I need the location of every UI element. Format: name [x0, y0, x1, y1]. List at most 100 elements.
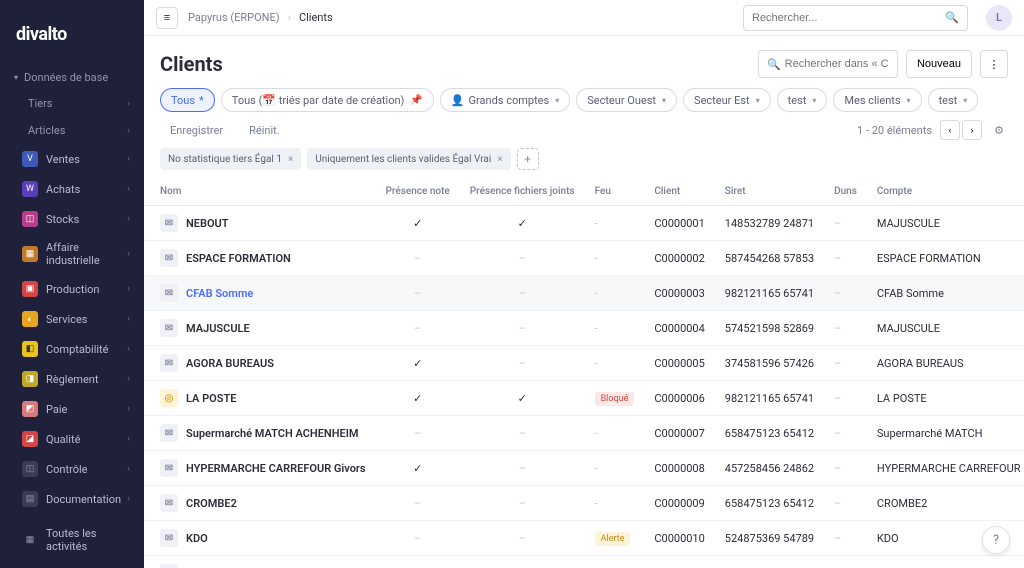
sidebar-paie[interactable]: ◩Paie›	[0, 394, 144, 424]
table-row[interactable]: ✉HYPERMARCHE CARREFOUR Givors ✓ – - C000…	[144, 451, 1024, 486]
client-name[interactable]: KDO	[186, 532, 208, 545]
compte: Supermarché MATCH	[867, 556, 1024, 568]
client-name[interactable]: Supermarché MATCH ACHENHEIM	[186, 427, 359, 440]
chip-reinit[interactable]: Réinit.	[239, 118, 290, 142]
chip-enregistrer[interactable]: Enregistrer	[160, 118, 233, 142]
table-row[interactable]: ✉AGORA BUREAUS ✓ – - C0000005 374581596 …	[144, 346, 1024, 381]
row-type-icon: ◎	[160, 389, 178, 407]
sidebar-ventes[interactable]: VVentes›	[0, 144, 144, 174]
chip-grands[interactable]: 👤Grands comptes▾	[440, 88, 570, 112]
check-icon: ✓	[413, 217, 422, 230]
client-name[interactable]: CFAB Somme	[186, 287, 253, 300]
sidebar-reglement[interactable]: ◨Règlement›	[0, 364, 144, 394]
close-icon[interactable]: ×	[497, 154, 502, 165]
row-type-icon: ✉	[160, 424, 178, 442]
new-button[interactable]: Nouveau	[906, 50, 972, 78]
client-name[interactable]: AGORA BUREAUS	[186, 357, 274, 370]
client-name[interactable]: CROMBE2	[186, 497, 237, 510]
col-compte[interactable]: Compte	[867, 178, 1024, 206]
table-row[interactable]: ✉Supermarché MATCH ACHENHEIM – – - C0000…	[144, 416, 1024, 451]
client-code: C0000002	[644, 241, 714, 276]
active-filters: No statistique tiers Égal 1× Uniquement …	[144, 148, 1024, 178]
page-search-input[interactable]	[785, 58, 889, 70]
settings-icon[interactable]: ⚙	[990, 121, 1008, 139]
client-name[interactable]: NEBOUT	[186, 217, 229, 230]
table-row[interactable]: ✉ESPACE FORMATION – – - C0000002 5874542…	[144, 241, 1024, 276]
col-fichiers[interactable]: Présence fichiers joints	[460, 178, 585, 206]
table-row[interactable]: ✉CROMBE2 – – - C0000009 658475123 65412 …	[144, 486, 1024, 521]
sidebar-production[interactable]: ▣Production›	[0, 274, 144, 304]
sidebar-tiers[interactable]: Tiers›	[0, 90, 144, 117]
client-code: C0000005	[644, 346, 714, 381]
duns: –	[824, 381, 867, 416]
chip-est[interactable]: Secteur Est▾	[683, 88, 771, 112]
client-name[interactable]: LA POSTE	[186, 392, 236, 405]
sidebar-services[interactable]: ◐Services›	[0, 304, 144, 334]
table-row[interactable]: ✉NEBOUT ✓ ✓ - C0000001 148532789 24871 –…	[144, 206, 1024, 241]
table-row[interactable]: ✉MAJUSCULE – – - C0000004 574521598 5286…	[144, 311, 1024, 346]
more-button[interactable]: ⋮	[980, 50, 1008, 78]
check-icon: ✓	[413, 462, 422, 475]
check-icon: ✓	[518, 392, 527, 405]
col-note[interactable]: Présence note	[376, 178, 460, 206]
client-name[interactable]: MAJUSCULE	[186, 322, 250, 335]
controle-icon: ◫	[22, 461, 38, 477]
col-duns[interactable]: Duns	[824, 178, 867, 206]
clients-table: Nom Présence note Présence fichiers join…	[144, 178, 1024, 568]
status-badge: Alerte	[595, 532, 631, 546]
help-button[interactable]: ?	[982, 526, 1010, 554]
client-code: C0000004	[644, 311, 714, 346]
chip-test1[interactable]: test▾	[777, 88, 828, 112]
table-row[interactable]: ✉Supermarché MATCH OBERNAI – – - C000001…	[144, 556, 1024, 568]
sidebar-qualite[interactable]: ◪Qualité›	[0, 424, 144, 454]
row-type-icon: ✉	[160, 459, 178, 477]
page-search[interactable]: 🔍	[758, 50, 898, 78]
add-filter-button[interactable]: +	[517, 148, 539, 170]
sidebar-affaire[interactable]: ▦Affaire industrielle›	[0, 234, 144, 274]
duns: –	[824, 486, 867, 521]
sidebar-comptabilite[interactable]: ◧Comptabilité›	[0, 334, 144, 364]
table-row[interactable]: ✉CFAB Somme – – - C0000003 982121165 657…	[144, 276, 1024, 311]
client-code: C0000009	[644, 486, 714, 521]
filter-tag-1[interactable]: No statistique tiers Égal 1×	[160, 148, 301, 170]
row-type-icon: ✉	[160, 494, 178, 512]
client-name[interactable]: ESPACE FORMATION	[186, 252, 291, 265]
col-feu[interactable]: Feu	[585, 178, 645, 206]
col-client[interactable]: Client	[644, 178, 714, 206]
breadcrumb-current: Clients	[299, 11, 333, 24]
table-container[interactable]: Nom Présence note Présence fichiers join…	[144, 178, 1024, 568]
sidebar-documentation[interactable]: ▤Documentation›	[0, 484, 144, 514]
compte: Supermarché MATCH	[867, 416, 1024, 451]
sidebar-activites[interactable]: ▦Toutes les activités	[0, 520, 144, 560]
check-icon: ✓	[413, 357, 422, 370]
breadcrumb-root[interactable]: Papyrus (ERPONE)	[188, 11, 280, 24]
client-name[interactable]: HYPERMARCHE CARREFOUR Givors	[186, 462, 366, 475]
global-search-input[interactable]	[752, 12, 945, 24]
filter-tag-2[interactable]: Uniquement les clients valides Égal Vrai…	[307, 148, 510, 170]
sidebar-section-base[interactable]: ▾Données de base	[0, 65, 144, 90]
global-search[interactable]: 🔍	[743, 5, 968, 31]
page-next[interactable]: ›	[962, 120, 982, 140]
chip-tous[interactable]: Tous*	[160, 88, 215, 112]
chip-mes[interactable]: Mes clients▾	[833, 88, 921, 112]
close-icon[interactable]: ×	[288, 154, 293, 165]
sidebar-achats[interactable]: WAchats›	[0, 174, 144, 204]
search-icon: 🔍	[945, 11, 959, 24]
compte: LA POSTE	[867, 381, 1024, 416]
user-avatar[interactable]: L	[986, 5, 1012, 31]
page-prev[interactable]: ‹	[940, 120, 960, 140]
col-nom[interactable]: Nom	[144, 178, 376, 206]
page-header: Clients 🔍 Nouveau ⋮	[144, 36, 1024, 88]
table-row[interactable]: ✉KDO – – Alerte C0000010 524875369 54789…	[144, 521, 1024, 556]
col-siret[interactable]: Siret	[715, 178, 824, 206]
menu-toggle[interactable]: ≡	[156, 7, 178, 29]
siret: 658475123 65412	[715, 416, 824, 451]
chip-ouest[interactable]: Secteur Ouest▾	[576, 88, 677, 112]
chip-test2[interactable]: test▾	[928, 88, 979, 112]
duns: –	[824, 206, 867, 241]
chip-tous-sorted[interactable]: Tous (📅 triés par date de création)📌	[221, 88, 434, 112]
sidebar-controle[interactable]: ◫Contrôle›	[0, 454, 144, 484]
sidebar-stocks[interactable]: ◫Stocks›	[0, 204, 144, 234]
sidebar-articles[interactable]: Articles›	[0, 117, 144, 144]
table-row[interactable]: ◎LA POSTE ✓ ✓ Bloqué C0000006 982121165 …	[144, 381, 1024, 416]
